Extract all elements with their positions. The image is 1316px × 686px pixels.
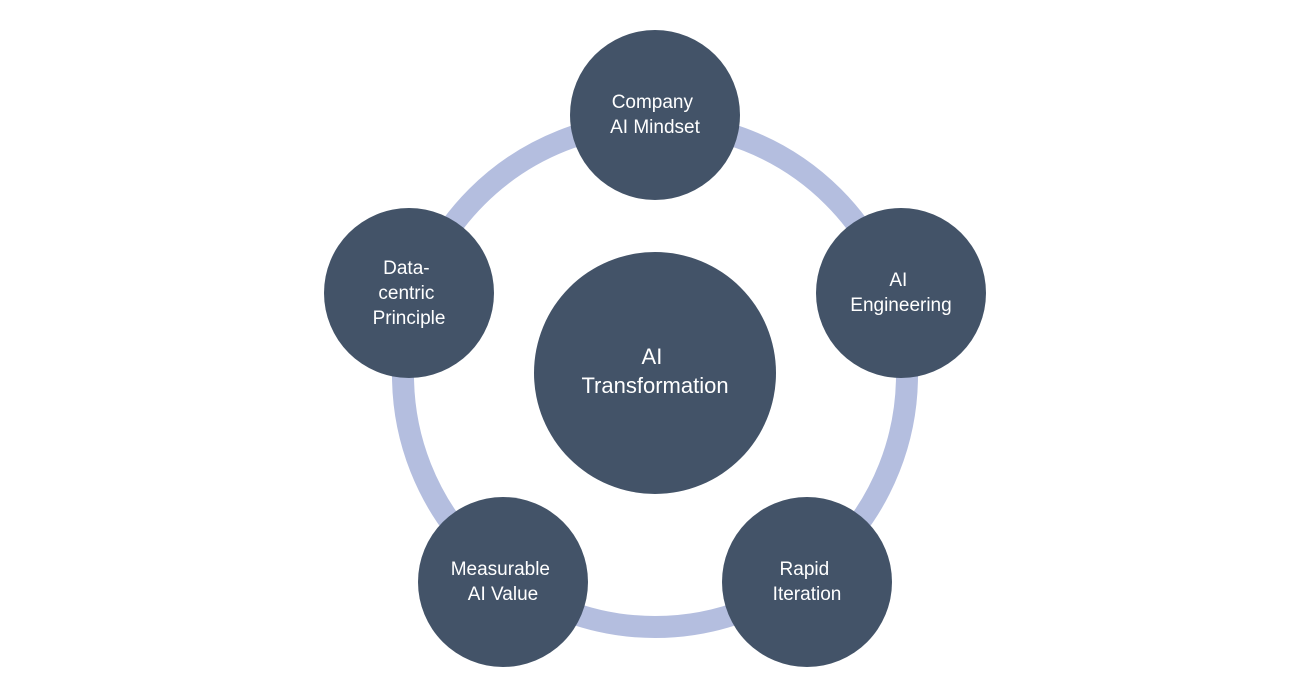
- node-label-line-1: AI: [889, 270, 907, 291]
- node-ai-engineering: AI Engineering: [816, 208, 986, 378]
- node-company-ai-mindset: Company AI Mindset: [570, 30, 740, 200]
- node-circle: [816, 208, 986, 378]
- node-circle: [722, 497, 892, 667]
- node-label-line-2: AI Value: [468, 584, 538, 605]
- node-data-centric-principle: Data- centric Principle: [324, 208, 494, 378]
- center-hub: AI Transformation: [534, 252, 776, 494]
- node-label: Data- centric Principle: [373, 258, 446, 329]
- node-label-line-2: Iteration: [773, 584, 842, 605]
- node-label-line-2: AI Mindset: [610, 117, 700, 138]
- node-circle: [570, 30, 740, 200]
- node-circle: [418, 497, 588, 667]
- center-hub-line-2: Transformation: [581, 373, 728, 398]
- node-label-line-2: centric: [378, 283, 434, 304]
- node-rapid-iteration: Rapid Iteration: [722, 497, 892, 667]
- node-label-line-2: Engineering: [850, 295, 951, 316]
- node-label-line-3: Principle: [373, 308, 446, 329]
- center-hub-line-1: AI: [642, 344, 663, 369]
- node-label-line-1: Data-: [383, 258, 429, 279]
- ai-transformation-cycle-diagram: AI Transformation Company AI Mindset AI …: [324, 30, 986, 667]
- node-label-line-1: Rapid: [780, 559, 830, 580]
- node-measurable-ai-value: Measurable AI Value: [418, 497, 588, 667]
- node-label-line-1: Measurable: [451, 559, 550, 580]
- node-label-line-1: Company: [612, 92, 694, 113]
